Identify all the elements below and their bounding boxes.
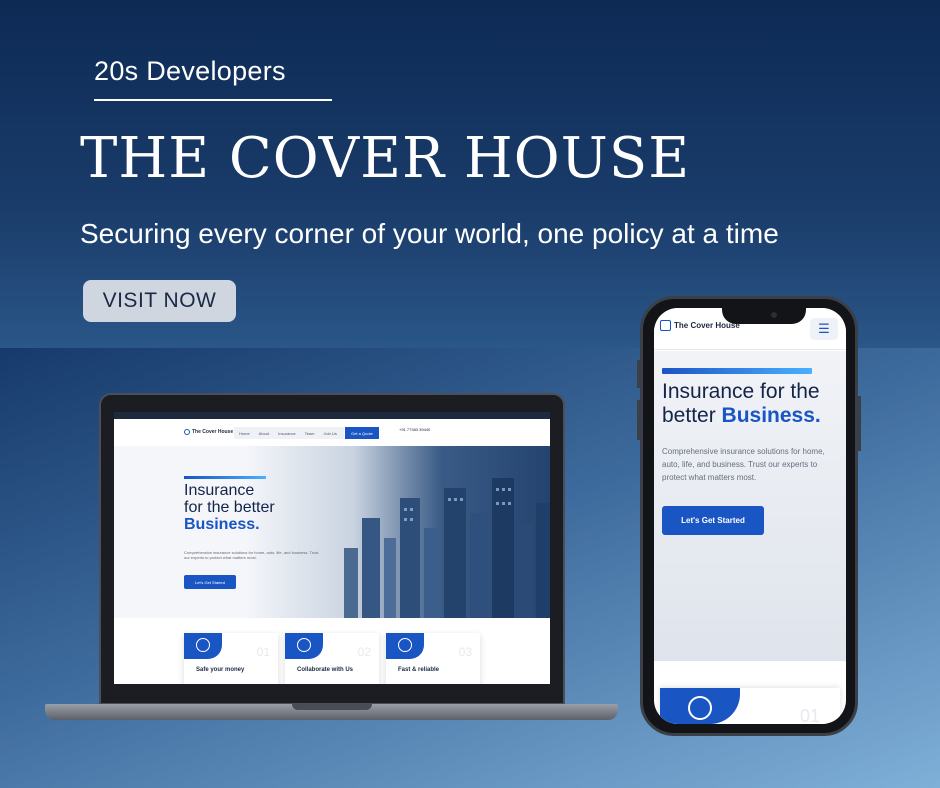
phone-feature-card[interactable]: 01 bbox=[660, 688, 840, 724]
laptop-screen: The Cover House Home About Insurance Tea… bbox=[114, 412, 550, 684]
laptop-site-topbar bbox=[114, 412, 550, 419]
card-title: Safe your money bbox=[196, 667, 245, 673]
house-icon bbox=[386, 633, 424, 659]
laptop-feature-card[interactable]: 03 Fast & reliable bbox=[386, 633, 480, 684]
card-number: 02 bbox=[357, 645, 371, 659]
laptop-site-menu: Home About Insurance Team Join Us bbox=[234, 427, 344, 439]
laptop-headline-line1: Insurance bbox=[184, 482, 255, 499]
laptop-menu-insurance[interactable]: Insurance bbox=[278, 431, 296, 436]
laptop-get-started-button[interactable]: Let's Get Started bbox=[184, 575, 236, 589]
laptop-feature-card[interactable]: 02 Collaborate with Us bbox=[285, 633, 379, 684]
hamburger-icon: ☰ bbox=[818, 321, 830, 336]
shield-logo-icon bbox=[660, 320, 671, 331]
handshake-icon bbox=[285, 633, 323, 659]
phone-headline-line2: better bbox=[662, 404, 716, 427]
phone-screen: The Cover House ☰ Insurance for the bett… bbox=[654, 308, 846, 724]
city-skyline-image bbox=[344, 478, 550, 618]
laptop-headline-highlight: Business. bbox=[184, 516, 260, 533]
laptop-feature-card[interactable]: 01 Safe your money bbox=[184, 633, 278, 684]
laptop-menu-join[interactable]: Join Us bbox=[323, 431, 336, 436]
phone-get-started-button[interactable]: Let's Get Started bbox=[662, 506, 764, 535]
card-title: Fast & reliable bbox=[398, 667, 440, 673]
phone-hero-accent-bar bbox=[662, 368, 812, 374]
money-icon bbox=[660, 688, 740, 724]
laptop-menu-home[interactable]: Home bbox=[239, 431, 250, 436]
camera-icon bbox=[771, 312, 777, 318]
card-number: 03 bbox=[458, 645, 472, 659]
phone-notch bbox=[722, 302, 806, 324]
phone-headline-line1: Insurance for the bbox=[662, 380, 820, 403]
laptop-get-quote-button[interactable]: Get a Quote bbox=[345, 427, 379, 439]
visit-now-button[interactable]: VISIT NOW bbox=[83, 280, 236, 322]
phone-side-button bbox=[858, 396, 861, 451]
laptop-site-logo-text: The Cover House bbox=[192, 429, 234, 435]
page-title: THE COVER HOUSE bbox=[80, 126, 691, 191]
laptop-phone-number: +91 77383 39440 bbox=[399, 427, 431, 432]
phone-hero-description: Comprehensive insurance solutions for ho… bbox=[662, 447, 825, 482]
laptop-menu-about[interactable]: About bbox=[259, 431, 269, 436]
laptop-hero-headline: Insurance for the better Business. bbox=[184, 482, 275, 533]
laptop-site-logo[interactable]: The Cover House bbox=[184, 429, 233, 435]
laptop-hero-accent-bar bbox=[184, 476, 266, 479]
brand-subtitle: 20s Developers bbox=[94, 56, 286, 86]
card-number: 01 bbox=[256, 645, 270, 659]
phone-hero-headline: Insurance for the better Business. bbox=[662, 380, 846, 428]
laptop-headline-line2: for the better bbox=[184, 499, 275, 516]
laptop-hinge-notch bbox=[292, 704, 372, 710]
card-title: Collaborate with Us bbox=[297, 667, 354, 673]
hamburger-menu-button[interactable]: ☰ bbox=[810, 318, 838, 340]
brand-underline bbox=[94, 99, 332, 101]
tagline: Securing every corner of your world, one… bbox=[80, 218, 779, 249]
phone-headline-highlight: Business. bbox=[721, 404, 821, 427]
laptop-menu-team[interactable]: Team bbox=[305, 431, 315, 436]
card-number: 01 bbox=[799, 706, 820, 724]
money-icon bbox=[184, 633, 222, 659]
shield-logo-icon bbox=[184, 429, 190, 435]
laptop-hero-description: Comprehensive insurance solutions for ho… bbox=[184, 550, 319, 560]
